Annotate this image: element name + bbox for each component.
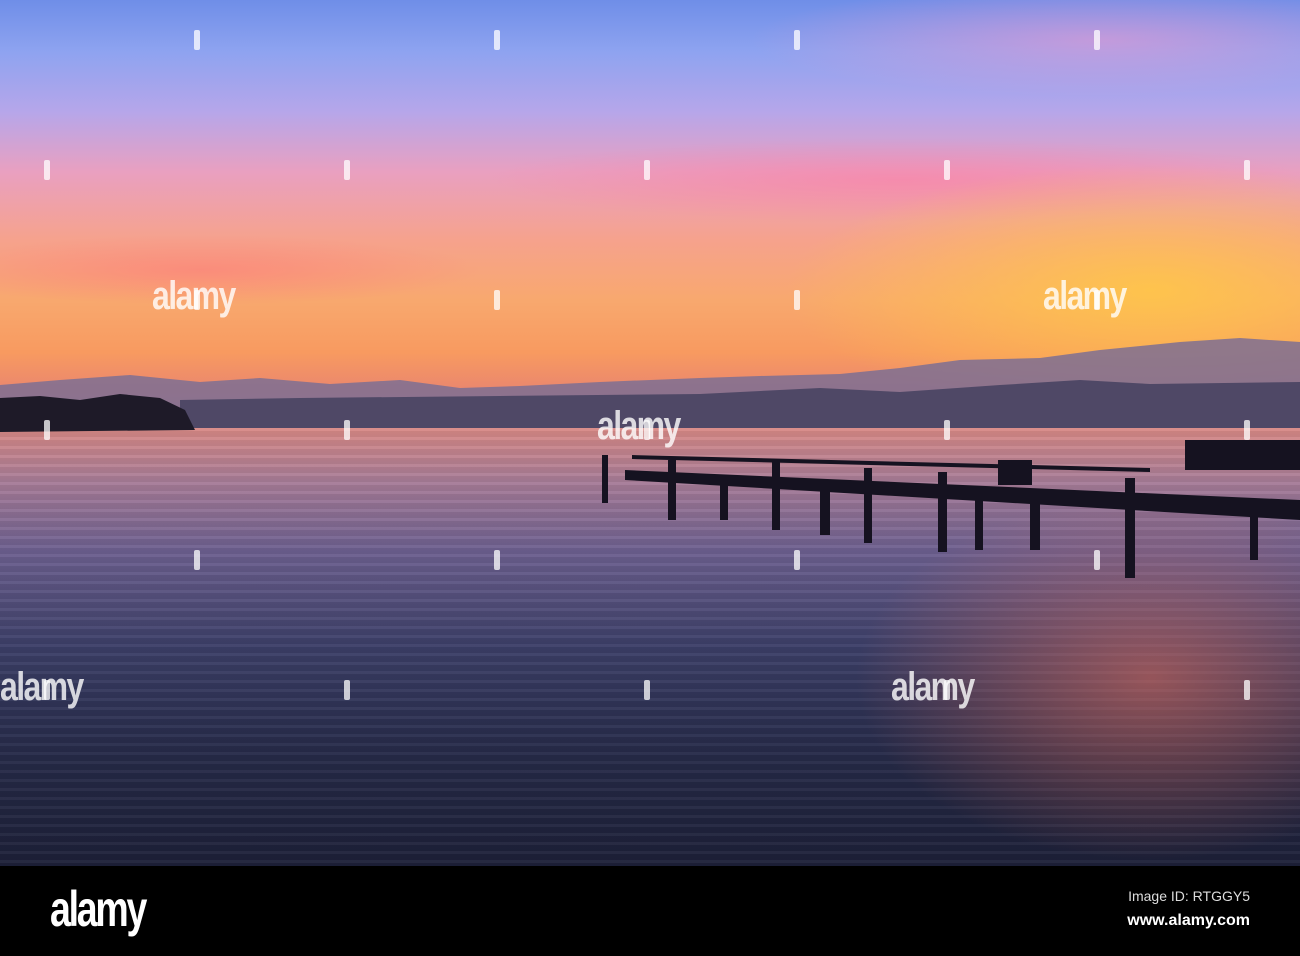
watermark-mark — [1244, 680, 1250, 700]
watermark-mark — [794, 30, 800, 50]
watermark-mark — [194, 290, 200, 310]
watermark-mark — [344, 420, 350, 440]
watermark-mark — [1094, 290, 1100, 310]
footer-bar: alamy Image ID: RTGGY5 www.alamy.com — [0, 866, 1300, 956]
watermark: alamy — [0, 665, 84, 709]
alamy-logo: alamy — [50, 881, 147, 937]
watermark-mark — [344, 680, 350, 700]
watermark-mark — [44, 160, 50, 180]
watermark: alamy — [891, 665, 975, 709]
watermark-mark — [1094, 30, 1100, 50]
watermark-mark — [1094, 550, 1100, 570]
lake-sunset-photo: alamy alamy alamy alamy alamy — [0, 0, 1300, 866]
watermark-mark — [794, 290, 800, 310]
watermark-mark — [944, 680, 950, 700]
stock-photo-page: alamy alamy alamy alamy alamy alamy Imag… — [0, 0, 1300, 956]
watermark-mark — [494, 30, 500, 50]
watermark-mark — [644, 160, 650, 180]
watermark-mark — [44, 420, 50, 440]
image-id: Image ID: RTGGY5 — [1128, 888, 1250, 904]
pier — [602, 440, 1300, 578]
watermark-mark — [944, 160, 950, 180]
watermark-mark — [494, 550, 500, 570]
watermark-mark — [44, 680, 50, 700]
website-link[interactable]: www.alamy.com — [1127, 912, 1250, 930]
watermark-mark — [944, 420, 950, 440]
watermark-mark — [344, 160, 350, 180]
watermark-mark — [644, 680, 650, 700]
watermark-mark — [1244, 420, 1250, 440]
watermark-mark — [1244, 160, 1250, 180]
watermark: alamy — [597, 404, 681, 448]
watermark-mark — [794, 550, 800, 570]
watermark-mark — [644, 420, 650, 440]
watermark-mark — [494, 290, 500, 310]
watermark-mark — [194, 30, 200, 50]
watermark-mark — [194, 550, 200, 570]
watermark: alamy — [1043, 274, 1127, 318]
